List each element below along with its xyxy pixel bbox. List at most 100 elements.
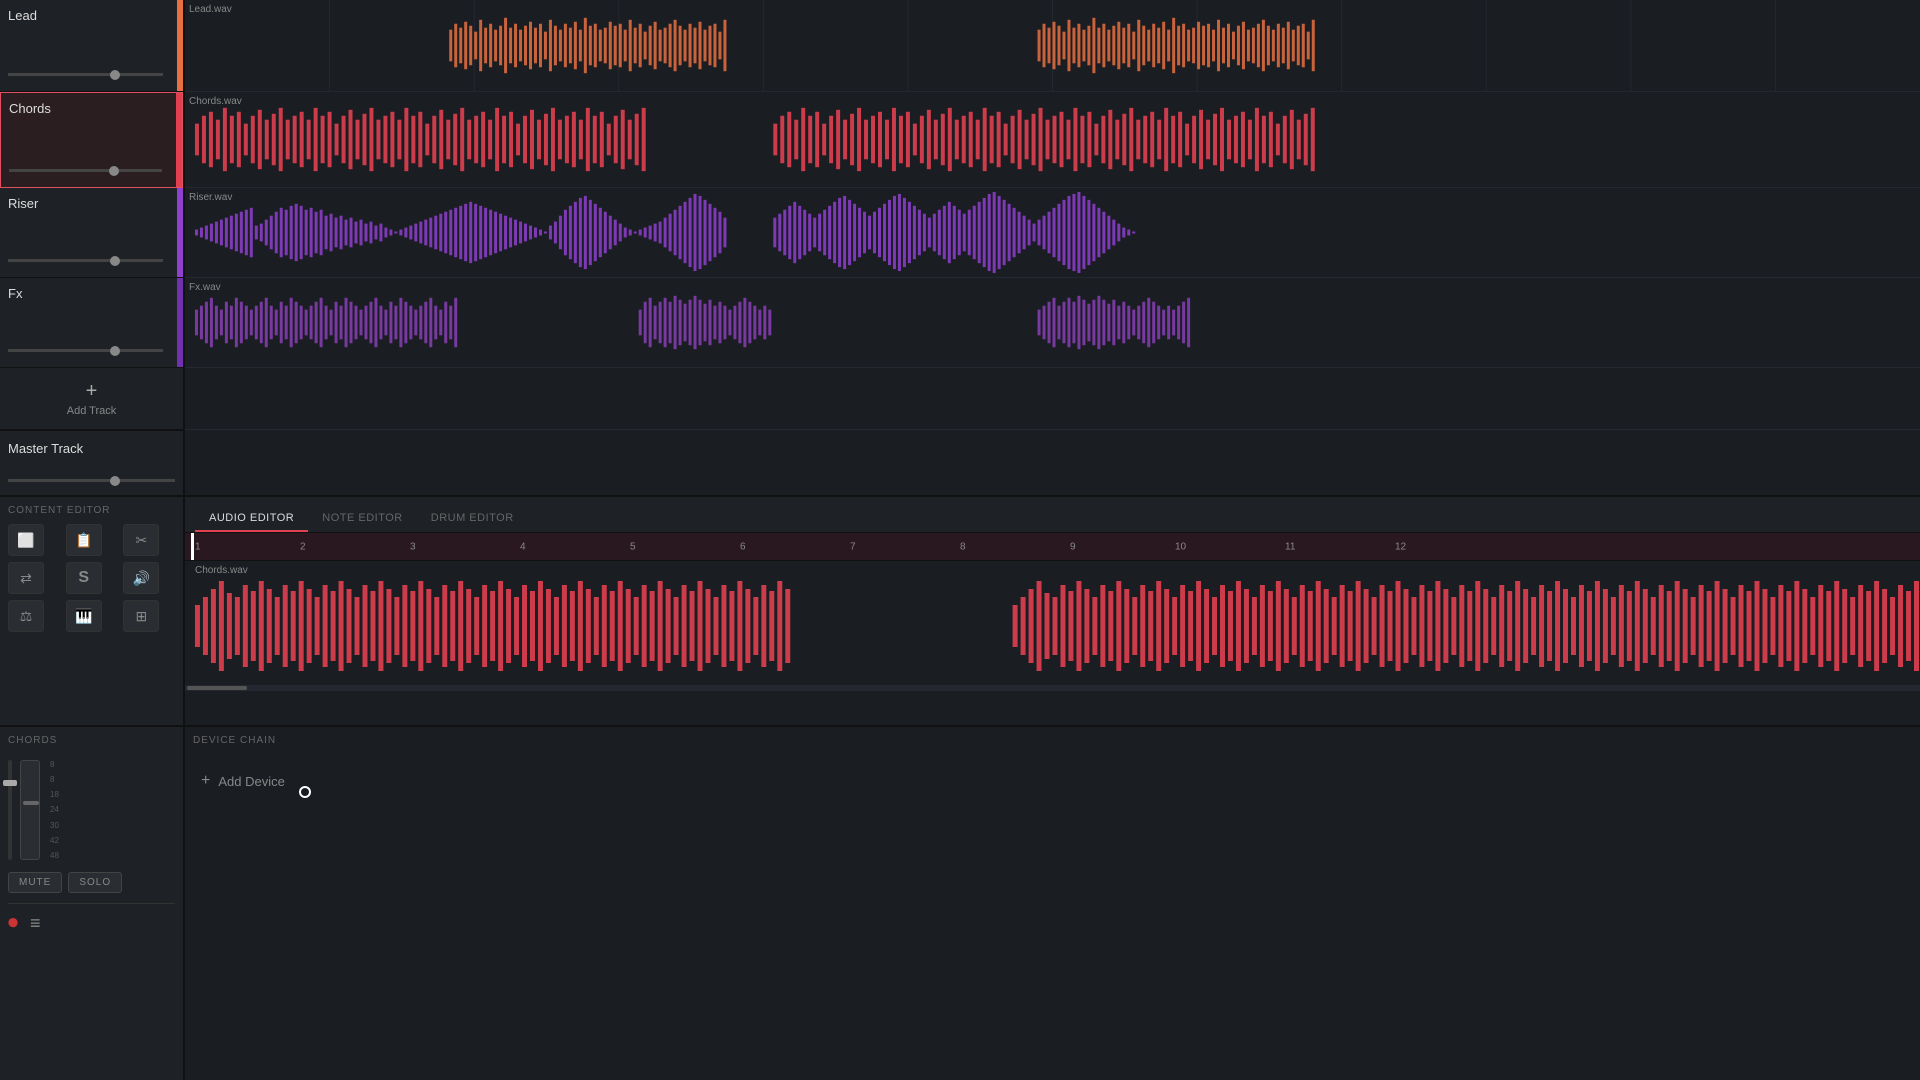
track-list: Lead Chords Riser Fx [0,0,185,495]
bounce-icon-btn[interactable]: ⇄ [8,562,44,594]
master-track-name: Master Track [8,441,175,456]
content-editor-icons: ⬜ 📋 ✂ ⇄ S 🔊 ⚖ 🎹 ⊞ [8,524,175,632]
db-30: 30 [50,821,59,830]
ruler-mark-9: 9 [1070,541,1076,552]
timeline-label-lead: Lead.wav [189,4,232,15]
empty-timeline-area [185,368,1920,430]
waveform-detail-label: Chords.wav [195,565,248,576]
tab-drum-editor[interactable]: DRUM EDITOR [417,506,528,532]
volume-icon-btn[interactable]: 🔊 [123,562,159,594]
track-color-chords [176,93,182,187]
timeline-row-fx: Fx.wav [185,278,1920,368]
ruler-mark-6: 6 [740,541,746,552]
tab-audio-editor[interactable]: AUDIO EDITOR [195,506,308,532]
timeline-label-chords: Chords.wav [189,96,242,107]
scissors-icon-btn[interactable]: ✂ [123,524,159,556]
ruler-mark-12: 12 [1395,541,1406,552]
waveform-riser [185,188,1920,277]
track-color-fx [177,278,183,367]
audio-editor-panel: AUDIO EDITOR NOTE EDITOR DRUM EDITOR 1 2… [185,497,1920,725]
device-chain-panel: DEVICE CHAIN + Add Device [185,727,1920,1080]
main-fader-container [8,760,12,860]
device-chain-title: DEVICE CHAIN [193,735,1912,746]
add-track-button[interactable]: + Add Track [0,368,183,430]
track-color-riser [177,188,183,277]
paste-icon-btn[interactable]: 📋 [66,524,102,556]
waveform-scrollbar[interactable] [185,685,1920,691]
track-item-fx[interactable]: Fx [0,278,183,368]
timeline-label-fx: Fx.wav [189,282,221,293]
db-48: 48 [50,851,59,860]
content-editor-title: CONTENT EDITOR [8,505,175,516]
waveform-lead [185,0,1920,91]
bottom-icons-area: ⏺ ≡ [8,903,175,935]
ruler-mark-3: 3 [410,541,416,552]
db-24: 24 [50,805,59,814]
plus-icon: + [201,772,210,790]
volume-slider-fx[interactable] [8,349,163,352]
master-track: Master Track [0,430,183,495]
ruler-mark-10: 10 [1175,541,1186,552]
s-icon-btn[interactable]: S [66,562,102,594]
db-42: 42 [50,836,59,845]
timeline-row-riser: Riser.wav [185,188,1920,278]
add-device-button[interactable]: + Add Device [193,764,1912,798]
db-8: 8 [50,760,59,769]
add-track-label: Add Track [67,405,117,417]
waveform-detail-area: Chords.wav [185,561,1920,691]
solo-button[interactable]: SOLO [68,872,122,893]
waveform-fx [185,278,1920,367]
volume-slider-riser[interactable] [8,259,163,262]
track-volume-riser[interactable] [8,251,163,265]
master-volume-slider[interactable] [8,479,175,482]
bottom-section: CHORDS 8 8 18 24 30 42 48 [0,727,1920,1080]
scroll-thumb[interactable] [187,686,247,690]
chords-panel: CHORDS 8 8 18 24 30 42 48 [0,727,185,1080]
track-volume-lead[interactable] [8,65,163,79]
ruler-mark-4: 4 [520,541,526,552]
mute-solo-buttons: MUTE SOLO [8,872,175,893]
volume-slider-chords[interactable] [9,169,162,172]
ruler-mark-11: 11 [1285,541,1295,552]
track-volume-chords[interactable] [9,161,162,175]
ruler-mark-7: 7 [850,541,856,552]
mute-button[interactable]: MUTE [8,872,62,893]
group-icon-btn[interactable]: ⊞ [123,600,159,632]
ruler-mark-2: 2 [300,541,306,552]
track-item-chords[interactable]: Chords [0,92,183,188]
tab-note-editor[interactable]: NOTE EDITOR [308,506,416,532]
midi-icon-btn[interactable]: 🎹 [66,600,102,632]
record-icon[interactable]: ⏺ [8,912,18,935]
timeline-area: Lead.wav [185,0,1920,495]
equalizer-icon-btn[interactable]: ⚖ [8,600,44,632]
waveform-chords [185,92,1920,187]
timeline-row-lead: Lead.wav [185,0,1920,92]
timeline-row-chords: Chords.wav [185,92,1920,188]
mixer-icon[interactable]: ≡ [30,913,41,934]
chords-fader-area: 8 8 18 24 30 42 48 [8,756,175,864]
vertical-fader[interactable] [20,760,40,860]
main-fader-track [8,760,12,860]
playhead[interactable] [191,533,194,560]
editor-ruler: 1 2 3 4 5 6 7 8 9 10 11 12 [185,533,1920,561]
middle-section: CONTENT EDITOR ⬜ 📋 ✂ ⇄ S 🔊 ⚖ 🎹 ⊞ AUDIO E… [0,497,1920,727]
waveform-detail-svg [185,561,1920,691]
main-fader-knob[interactable] [3,780,17,786]
ruler-mark-5: 5 [630,541,636,552]
track-name-chords: Chords [9,101,51,116]
plus-icon: + [86,380,98,403]
track-item-lead[interactable]: Lead [0,0,183,92]
track-name-fx: Fx [8,286,22,301]
editor-tabs: AUDIO EDITOR NOTE EDITOR DRUM EDITOR [185,497,1920,533]
db-18: 18 [50,790,59,799]
editor-content: 1 2 3 4 5 6 7 8 9 10 11 12 Chords.wav [185,533,1920,725]
copy-icon-btn[interactable]: ⬜ [8,524,44,556]
volume-slider-lead[interactable] [8,73,163,76]
track-item-riser[interactable]: Riser [0,188,183,278]
db-scale: 8 8 18 24 30 42 48 [48,760,61,860]
ruler-mark-1: 1 [195,541,201,552]
vertical-fader-thumb [23,801,39,805]
track-name-riser: Riser [8,196,38,211]
track-color-lead [177,0,183,91]
track-volume-fx[interactable] [8,341,163,355]
